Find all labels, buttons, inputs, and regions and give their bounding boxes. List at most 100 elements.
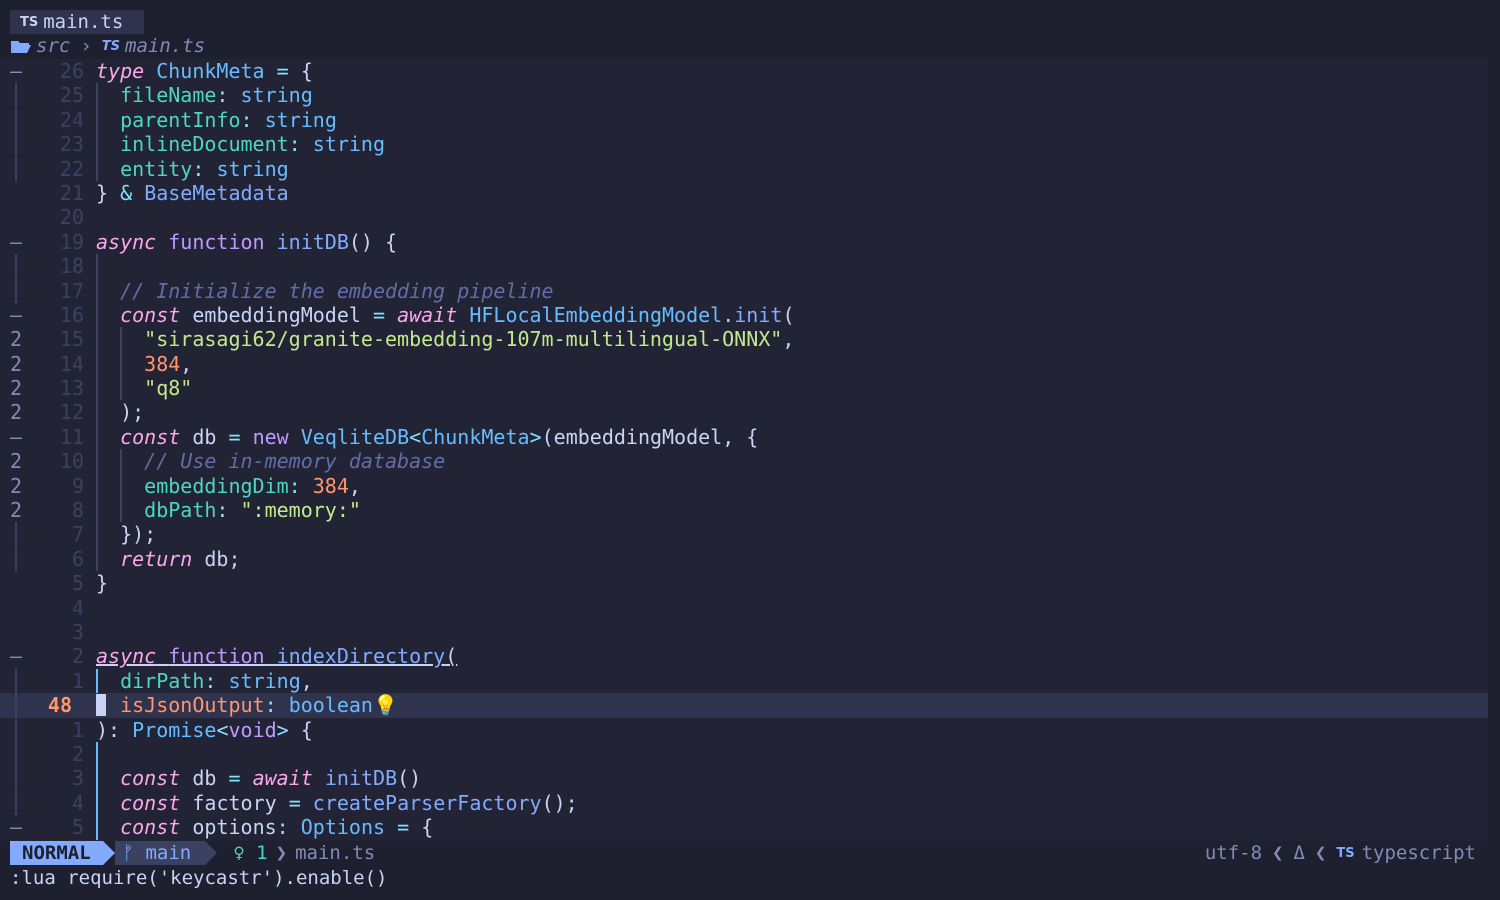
code-text[interactable]: ): Promise<void> { [96,718,313,742]
code-line[interactable]: 48 isJsonOutput: boolean💡 [0,693,1488,718]
code-line[interactable]: 20 [0,205,1488,229]
code-line[interactable]: 3 const db = await initDB() [0,766,1488,791]
fold-toggle[interactable]: – [10,815,30,839]
code-line[interactable]: – 16 const embeddingModel = await HFLocal… [0,302,1488,328]
code-line[interactable]: – 26 type ChunkMeta = { [0,59,1488,83]
line-number: 23 [59,132,84,157]
code-text[interactable]: parentInfo: string [96,108,337,132]
diagnostics[interactable]: ♀ 1 [233,842,267,864]
code-line[interactable]: 6 return db; [0,546,1488,572]
code-line[interactable]: 1 dirPath: string, [0,668,1488,694]
code-line[interactable]: 1): Promise<void> { [0,717,1488,742]
code-line[interactable]: 2 14 384, [0,351,1488,377]
code-line[interactable]: 2 9 embeddingDim: 384, [0,473,1488,499]
typescript-icon: TS [20,14,39,30]
breadcrumb: src › TS main.ts [10,34,205,58]
git-branch[interactable]: ᚠ main [114,841,206,865]
code-line[interactable]: 18 [0,254,1488,279]
code-text[interactable]: type ChunkMeta = { [96,59,313,83]
code-text[interactable]: entity: string [96,157,289,181]
tab-main-ts[interactable]: TS main.ts [10,10,144,34]
line-number: 4 [71,595,84,620]
code-text[interactable]: fileName: string [96,83,313,107]
code-text[interactable]: return db; [96,547,240,571]
code-text[interactable]: inlineDocument: string [96,132,385,156]
line-number: 10 [59,449,84,474]
fold-toggle[interactable]: – [10,303,30,327]
code-text[interactable]: isJsonOutput: boolean💡 [96,693,398,717]
code-line[interactable]: 24 parentInfo: string [0,107,1488,133]
line-number: 8 [71,498,84,523]
code-line[interactable]: 2 13 "q8" [0,376,1488,401]
code-line[interactable]: 2 10 // Use in-memory database [0,449,1488,474]
code-text[interactable]: const db = await initDB() [96,766,421,790]
fold-column [10,107,30,132]
code-line[interactable]: – 11 const db = new VeqliteDB<ChunkMeta>(… [0,424,1488,450]
code-text[interactable]: ); [96,400,144,424]
code-text[interactable]: } [96,571,108,595]
code-line[interactable]: 3 [0,620,1488,644]
fold-column: 2 [10,351,23,376]
line-number: 5 [71,815,84,840]
line-number: 17 [59,278,84,303]
code-line[interactable]: 4 [0,596,1488,620]
tab-bar: TS main.ts [0,0,1500,34]
code-line[interactable]: 25 fileName: string [0,83,1488,108]
fold-column: 2 [10,498,23,523]
tab-label: main.ts [43,11,124,33]
code-text[interactable]: // Initialize the embedding pipeline [96,279,553,303]
code-text[interactable]: }); [96,522,156,546]
code-text[interactable]: // Use in-memory database [96,449,445,473]
code-text[interactable]: embeddingDim: 384, [96,474,361,498]
code-text[interactable]: 384, [96,352,192,376]
code-text[interactable]: const factory = createParserFactory(); [96,791,578,815]
fold-toggle[interactable]: – [10,230,30,254]
code-line[interactable]: 4 const factory = createParserFactory(); [0,790,1488,816]
code-line[interactable]: 21} & BaseMetadata [0,181,1488,205]
code-editor[interactable]: –26 type ChunkMeta = {25 fileName: string… [0,59,1488,841]
fold-column: 2 [10,400,23,425]
code-text[interactable]: "q8" [96,376,192,400]
code-line[interactable]: 2 8 dbPath: ":memory:" [0,498,1488,523]
code-line[interactable]: – 5 const options: Options = { [0,815,1488,840]
command-line[interactable]: :lua require('keycastr').enable() [10,865,388,891]
code-text[interactable]: "sirasagi62/granite-embedding-107m-multi… [96,327,794,351]
folder-open-icon [11,41,31,53]
code-text[interactable]: const embeddingModel = await HFLocalEmbe… [96,303,794,327]
code-text[interactable]: async function initDB() { [96,230,397,254]
typescript-icon: TS [1336,845,1355,861]
fold-toggle[interactable]: – [10,59,30,83]
branch-separator [205,841,218,865]
code-line[interactable]: 7 }); [0,522,1488,547]
code-line[interactable]: 2 [0,741,1488,767]
breadcrumb-file[interactable]: main.ts [125,35,205,57]
mode-indicator: NORMAL [10,841,103,865]
code-text[interactable]: const options: Options = { [96,815,433,839]
line-number: 26 [59,59,84,83]
indent-guide [96,741,98,767]
line-number: 20 [59,205,84,230]
code-line[interactable]: 17 // Initialize the embedding pipeline [0,278,1488,303]
code-line[interactable]: 22 entity: string [0,156,1488,181]
code-text[interactable]: const db = new VeqliteDB<ChunkMeta>(embe… [96,425,758,449]
code-line[interactable]: 2 15 "sirasagi62/granite-embedding-107m-m… [0,327,1488,352]
breadcrumb-folder[interactable]: src [36,35,70,57]
code-line[interactable]: – 2 async function indexDirectory( [0,644,1488,668]
line-number: 18 [59,254,84,279]
code-text[interactable]: } & BaseMetadata [96,181,289,205]
line-number: 11 [59,424,84,449]
code-line[interactable]: 5} [0,571,1488,595]
code-text[interactable]: async function indexDirectory( [96,644,457,668]
fold-column: 2 [10,473,23,498]
line-number: 2 [71,741,84,766]
code-text[interactable]: dirPath: string, [96,669,313,693]
fold-column: 2 [10,449,23,474]
code-line[interactable]: 23 inlineDocument: string [0,132,1488,157]
code-line[interactable]: 2 12 ); [0,400,1488,425]
fold-toggle[interactable]: – [10,644,30,668]
fold-column [10,83,30,108]
line-number: 3 [71,766,84,791]
code-text[interactable]: dbPath: ":memory:" [96,498,361,522]
fold-toggle[interactable]: – [10,425,30,449]
code-line[interactable]: – 19 async function initDB() { [0,230,1488,254]
